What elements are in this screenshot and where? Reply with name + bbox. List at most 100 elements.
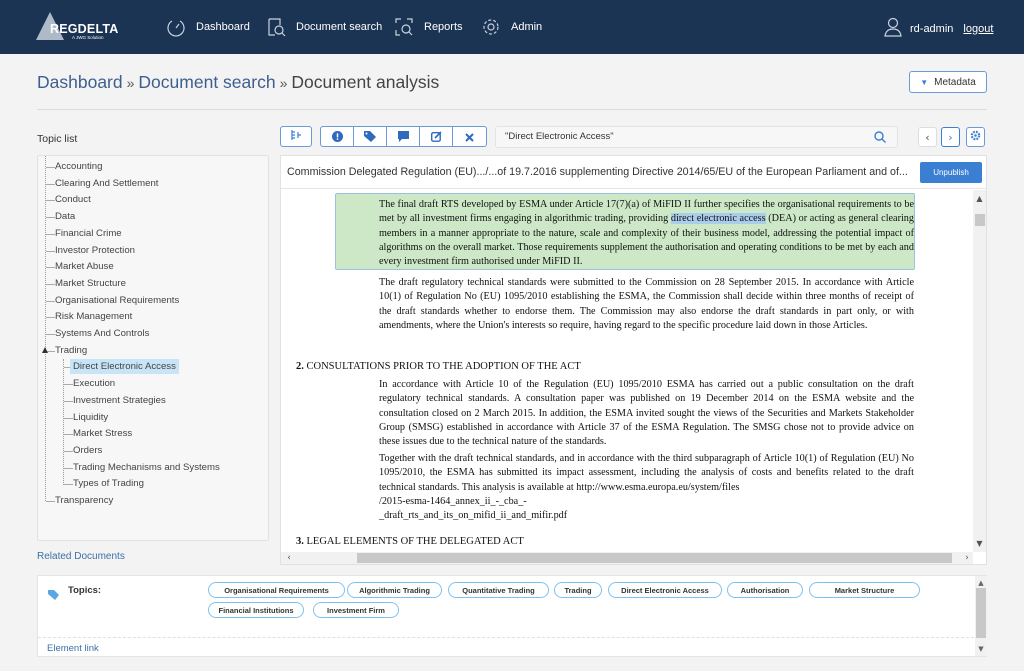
scroll-thumb[interactable]: [976, 588, 986, 638]
topic-chip[interactable]: Quantitative Trading: [448, 582, 549, 598]
annotation-toolbar: [320, 126, 487, 147]
tree-toggle-button[interactable]: [280, 126, 312, 147]
section-number: 2.: [296, 361, 304, 372]
tag-button[interactable]: [354, 127, 387, 146]
document-vertical-scrollbar[interactable]: ▲ ▼: [973, 190, 986, 552]
nav-dashboard[interactable]: Dashboard: [166, 17, 250, 37]
paragraph[interactable]: The draft regulatory technical standards…: [379, 276, 914, 333]
tree-item[interactable]: Market Abuse: [55, 259, 114, 274]
paragraph[interactable]: Together with the draft technical standa…: [379, 452, 914, 523]
para-text: Together with the draft technical standa…: [379, 453, 914, 493]
breadcrumb: Dashboard» Document search» Document analy…: [37, 72, 439, 93]
expanded-arrow-icon[interactable]: [42, 346, 48, 353]
topic-chip[interactable]: Algorithmic Trading: [347, 582, 442, 598]
tree-item[interactable]: Types of Trading: [73, 476, 144, 491]
tree-item[interactable]: Market Stress: [73, 426, 132, 441]
tree-item[interactable]: Direct Electronic Access: [70, 359, 179, 375]
topic-chip[interactable]: Authorisation: [727, 582, 803, 598]
divider: [38, 637, 974, 638]
document-header: Commission Delegated Regulation (EU).../…: [281, 156, 986, 189]
highlighted-paragraph[interactable]: The final draft RTS developed by ESMA un…: [379, 198, 914, 269]
user-icon: [884, 17, 902, 40]
scroll-up-icon[interactable]: ▲: [975, 578, 987, 588]
breadcrumb-document-search[interactable]: Document search: [138, 72, 275, 92]
edit-button[interactable]: [420, 127, 453, 146]
tree-item[interactable]: Transparency: [55, 493, 113, 508]
document-search-input[interactable]: "Direct Electronic Access": [495, 126, 898, 148]
nav-document-search[interactable]: Document search: [266, 17, 382, 37]
scroll-down-icon[interactable]: ▼: [975, 644, 987, 654]
paragraph[interactable]: In accordance with Article 10 of the Reg…: [379, 378, 914, 449]
topics-label: Topics:: [68, 585, 102, 596]
comment-button[interactable]: [387, 127, 420, 146]
close-icon: [465, 127, 474, 146]
tree-item[interactable]: Liquidity: [73, 410, 108, 425]
topic-chip[interactable]: Market Structure: [809, 582, 920, 598]
logout-link[interactable]: logout: [963, 23, 993, 35]
tree-item[interactable]: Orders: [73, 443, 102, 458]
scroll-thumb[interactable]: [975, 214, 985, 226]
scroll-up-icon[interactable]: ▲: [973, 193, 986, 205]
tree-connector-line: [46, 267, 55, 269]
para-text: /2015-esma-1464_annex_ii_-_cba_-: [379, 495, 527, 507]
topic-chip[interactable]: Investment Firm: [313, 602, 399, 618]
tree-item[interactable]: Accounting: [55, 159, 102, 174]
search-icon[interactable]: [873, 130, 887, 144]
nav-admin-label: Admin: [511, 21, 543, 33]
tree-item[interactable]: Systems And Controls: [55, 326, 149, 341]
tree-item[interactable]: Clearing And Settlement: [55, 176, 158, 191]
topics-scrollbar[interactable]: ▲ ▼: [975, 576, 987, 656]
tree-connector-line: [46, 200, 55, 202]
tree-connector-line: [64, 434, 73, 436]
tree-item[interactable]: Execution: [73, 376, 115, 391]
tree-item[interactable]: Organisational Requirements: [55, 293, 179, 308]
previous-match-button[interactable]: ‹: [918, 127, 937, 147]
section-title: LEGAL ELEMENTS OF THE DELEGATED ACT: [306, 536, 524, 547]
regdelta-logo[interactable]: REGDELTA A JWG Solution: [36, 10, 119, 44]
chevron-left-icon: ‹: [925, 130, 930, 144]
related-documents-link[interactable]: Related Documents: [37, 551, 125, 562]
document-horizontal-scrollbar[interactable]: ‹ ›: [281, 552, 973, 564]
nav-admin[interactable]: Admin: [481, 17, 542, 37]
topics-panel: Topics: Organisational Requirements Algor…: [37, 575, 987, 657]
tree-connector-line: [46, 233, 55, 235]
tree-item[interactable]: Trading Mechanisms and Systems: [73, 460, 220, 475]
tree-connector-line: [63, 359, 64, 485]
tree-item[interactable]: Investment Strategies: [73, 393, 166, 408]
next-match-button[interactable]: ›: [941, 127, 960, 147]
topic-chip[interactable]: Financial Institutions: [208, 602, 304, 618]
tree-item[interactable]: Data: [55, 209, 75, 224]
reports-scan-icon: [394, 17, 414, 37]
scroll-thumb[interactable]: [357, 553, 952, 563]
exclamation-circle-icon: [331, 127, 343, 146]
tree-item[interactable]: Financial Crime: [55, 226, 122, 241]
tree-connector-line: [46, 183, 55, 185]
tree-item[interactable]: Market Structure: [55, 276, 126, 291]
scroll-right-icon[interactable]: ›: [961, 552, 973, 564]
alert-button[interactable]: [321, 127, 354, 146]
settings-button[interactable]: [966, 127, 985, 147]
tree-connector-line: [46, 283, 55, 285]
tree-item[interactable]: Risk Management: [55, 309, 132, 324]
nav-dashboard-label: Dashboard: [196, 21, 250, 33]
clear-button[interactable]: [453, 127, 486, 146]
topic-chip[interactable]: Trading: [554, 582, 602, 598]
tree-connector-line: [64, 467, 73, 469]
breadcrumb-dashboard[interactable]: Dashboard: [37, 72, 123, 92]
section-title: CONSULTATIONS PRIOR TO THE ADOPTION OF T…: [306, 361, 581, 372]
element-link[interactable]: Element link: [47, 643, 99, 654]
scroll-down-icon[interactable]: ▼: [973, 538, 986, 550]
document-search-icon: [266, 17, 286, 37]
logo-text: REGDELTA: [50, 22, 119, 36]
nav-reports[interactable]: Reports: [394, 17, 463, 37]
unpublish-button[interactable]: Unpublish: [920, 162, 982, 183]
scroll-left-icon[interactable]: ‹: [283, 552, 295, 564]
tree-item[interactable]: Trading: [55, 343, 87, 358]
tree-item[interactable]: Conduct: [55, 192, 91, 207]
topic-chip[interactable]: Organisational Requirements: [208, 582, 345, 598]
tree-item[interactable]: Investor Protection: [55, 243, 135, 258]
tree-connector-line: [45, 156, 46, 501]
topic-chip[interactable]: Direct Electronic Access: [608, 582, 722, 598]
metadata-button[interactable]: ▼ Metadata: [909, 71, 987, 93]
tag-icon: [48, 585, 60, 600]
